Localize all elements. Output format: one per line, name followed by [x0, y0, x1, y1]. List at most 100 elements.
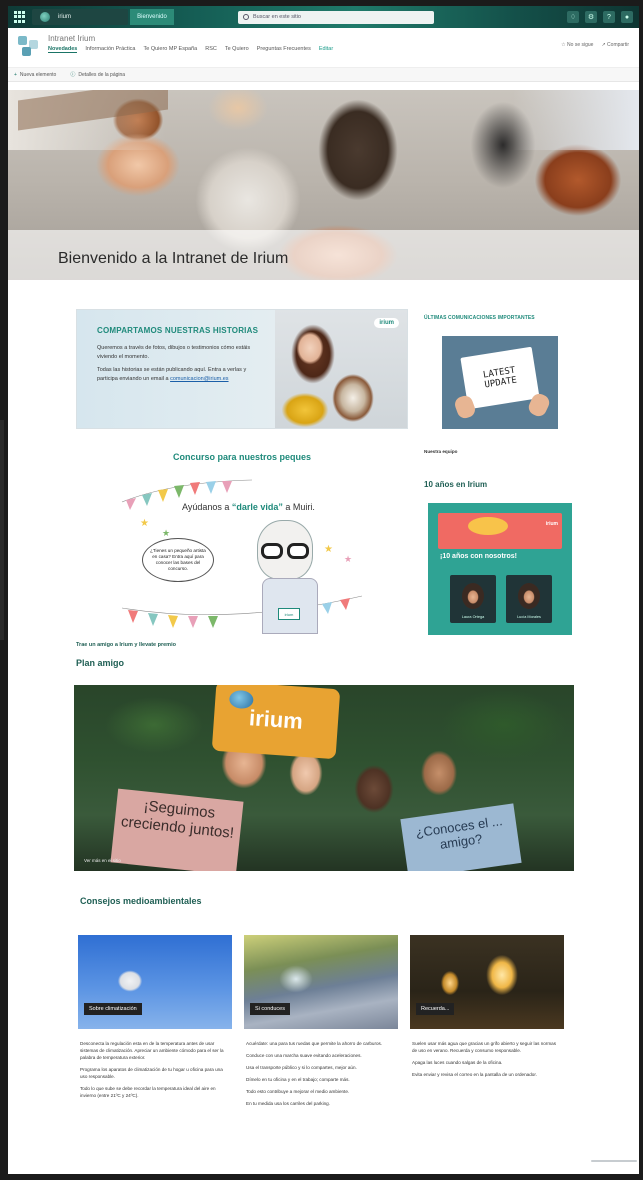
- plus-icon: +: [14, 71, 17, 78]
- share-button[interactable]: ↗ Compartir: [601, 42, 629, 48]
- stories-photo: irium: [275, 310, 407, 428]
- follow-label: No se sigue: [567, 42, 594, 48]
- svg-text:★: ★: [162, 528, 170, 538]
- friend-title: Plan amigo: [76, 658, 125, 668]
- nav-item-info[interactable]: Información Práctica: [85, 46, 135, 53]
- eco-text-climate: Desconecta la regulación esta en de la t…: [80, 1040, 230, 1104]
- follow-button[interactable]: ☆ No se sigue: [561, 42, 593, 48]
- eco-label-remember: Recuerda...: [416, 1003, 455, 1015]
- news-caption[interactable]: Nuestra equipo: [424, 449, 457, 454]
- nav-item-te-quiero[interactable]: Te Quiero: [225, 46, 249, 53]
- bell-icon[interactable]: ♢: [567, 11, 579, 23]
- eco-text-remember: Suelen usar más agua que gracias un grif…: [412, 1040, 562, 1083]
- mascot-head: [257, 520, 313, 580]
- portrait-2: Lucía Morales: [506, 575, 552, 623]
- search-icon: [243, 14, 249, 20]
- eco-text-climate-1: Desconecta la regulación esta en de la t…: [80, 1041, 224, 1060]
- mascot-badge: irium: [278, 608, 300, 620]
- svg-text:★: ★: [140, 518, 149, 529]
- left-edge-tab: [0, 420, 4, 640]
- news-title[interactable]: ÚLTIMAS COMUNICACIONES IMPORTANTES: [424, 315, 535, 321]
- search-input[interactable]: Buscar en este sitio: [238, 10, 434, 24]
- mascot-body: [262, 578, 318, 634]
- portrait-name-2: Lucía Morales: [517, 615, 541, 619]
- eco-label-driving: Si conduces: [250, 1003, 290, 1015]
- eco-text-driving-3: Usa el transporte público y si lo compar…: [246, 1065, 357, 1070]
- eco-label-climate: Sobre climatización: [84, 1003, 142, 1015]
- eco-text-driving-2: Conduce con una marcha suave evitando ac…: [246, 1053, 362, 1058]
- years-card[interactable]: irium ¡10 años con nosotros! Laura Orteg…: [428, 503, 572, 635]
- friend-link[interactable]: Trae un amigo a Irium y llevate premio: [76, 642, 176, 648]
- nav-edit-link[interactable]: Editar: [319, 46, 333, 53]
- eco-text-driving-4: Dímelo en tu oficina y en el trabajo; co…: [246, 1077, 350, 1082]
- eco-text-driving-6: En tu medida usa los carriles del parkin…: [246, 1101, 331, 1106]
- page-details-label: Detalles de la página: [78, 72, 126, 78]
- stories-text-1: Queremos a través de fotos, dibujos o te…: [97, 345, 251, 360]
- news-image[interactable]: LATEST UPDATE: [442, 336, 558, 429]
- nav-item-novedades[interactable]: Novedades: [48, 46, 78, 53]
- stories-body: Queremos a través de fotos, dibujos o te…: [97, 344, 267, 388]
- eco-card-driving[interactable]: Si conduces: [244, 935, 398, 1029]
- avatar-icon[interactable]: ●: [621, 11, 633, 23]
- sign-left: ¡Seguimos creciendo juntos!: [110, 788, 244, 871]
- site-header: Intranet Irium Novedades Información Prá…: [8, 28, 639, 68]
- contest-bubble: ¿Tienes un pequeño artista en casa? Entr…: [142, 538, 214, 582]
- eco-text-remember-3: Evita enviar y revisa el correo en la pa…: [412, 1072, 537, 1077]
- stories-title: COMPARTAMOS NUESTRAS HISTORIAS: [97, 326, 259, 335]
- nav-item-mp[interactable]: Te Quiero MP España: [144, 46, 198, 53]
- brand-logo[interactable]: irium: [32, 9, 128, 25]
- eco-card-climate[interactable]: Sobre climatización: [78, 935, 232, 1029]
- friend-photo[interactable]: irium ¡Seguimos creciendo juntos! ¿Conoc…: [74, 685, 574, 871]
- cake-icon: [468, 517, 508, 535]
- app-launcher-icon[interactable]: [14, 11, 26, 23]
- eco-text-driving-5: Todo esto contribuye a mejorar el medio …: [246, 1089, 350, 1094]
- new-label: Nueva elemento: [19, 71, 57, 78]
- svg-text:★: ★: [324, 544, 333, 555]
- irium-sign: irium: [211, 685, 341, 760]
- eco-text-driving: Acuérdate: una para tus ruedas que permi…: [246, 1040, 396, 1112]
- eco-text-climate-3: Todo lo que sube se debe recordar la tem…: [80, 1086, 216, 1098]
- stories-banner[interactable]: COMPARTAMOS NUESTRAS HISTORIAS Queremos …: [76, 309, 408, 429]
- sign-right: ¿Conoces el ... amigo?: [400, 803, 522, 871]
- site-pill[interactable]: Bienvenido: [130, 9, 174, 25]
- site-title[interactable]: Intranet Irium: [48, 34, 333, 43]
- contest-image[interactable]: ★ ★ ★ ★ Ayúdanos a “darle vida” a Muiri.…: [112, 476, 372, 636]
- gear-icon[interactable]: ⚙: [585, 11, 597, 23]
- contest-text-b: a Muiri.: [282, 502, 315, 512]
- site-logo[interactable]: [18, 34, 40, 58]
- photo-caption: Ver más en el sitio: [84, 858, 121, 863]
- years-headline: ¡10 años con nosotros!: [440, 553, 518, 560]
- contest-text-highlight: “darle vida”: [231, 502, 283, 512]
- share-label: Compartir: [607, 42, 629, 48]
- site-nav: Novedades Información Práctica Te Quiero…: [48, 46, 333, 53]
- years-title: 10 años en Irium: [424, 480, 488, 489]
- stories-email-link[interactable]: comunicacion@irium.es: [170, 376, 228, 382]
- suite-icons: ♢ ⚙ ? ●: [567, 11, 633, 23]
- contest-text-a: Ayúdanos a: [182, 502, 232, 512]
- nav-item-rsc[interactable]: RSC: [205, 46, 217, 53]
- help-icon[interactable]: ?: [603, 11, 615, 23]
- hero-title: Bienvenido a la Intranet de Irium: [58, 250, 289, 267]
- years-brand: irium: [545, 521, 558, 527]
- eco-text-driving-1: Acuérdate: una para tus ruedas que permi…: [246, 1041, 383, 1046]
- eco-text-climate-2: Programa los aparatos de climatización d…: [80, 1067, 223, 1079]
- svg-text:★: ★: [344, 554, 352, 564]
- contest-title: Concurso para nuestros peques: [172, 452, 312, 462]
- eco-text-remember-1: Suelen usar más agua que gracias un grif…: [412, 1041, 557, 1053]
- info-icon: ⓘ: [70, 72, 76, 78]
- face-2: [518, 583, 540, 609]
- stories-logo: irium: [374, 318, 399, 328]
- browser-frame: irium Bienvenido Buscar en este sitio ♢ …: [8, 6, 639, 1174]
- header-actions: ☆ No se sigue ↗ Compartir: [561, 34, 629, 48]
- command-bar: + Nueva elemento ⓘ Detalles de la página: [8, 68, 639, 82]
- nav-item-faq[interactable]: Preguntas Frecuentes: [257, 46, 311, 53]
- eco-card-remember[interactable]: Recuerda...: [410, 935, 564, 1029]
- face-1: [462, 583, 484, 609]
- contest-headline: Ayúdanos a “darle vida” a Muiri.: [182, 502, 315, 512]
- horizontal-scrollbar[interactable]: [591, 1160, 637, 1162]
- search-placeholder: Buscar en este sitio: [253, 14, 301, 20]
- new-button[interactable]: + Nueva elemento: [14, 72, 56, 78]
- eco-text-remember-2: Apaga las luces cuando salgas de la ofic…: [412, 1060, 503, 1065]
- portrait-name-1: Laura Ortega: [461, 615, 485, 619]
- page-details-button[interactable]: ⓘ Detalles de la página: [70, 71, 125, 78]
